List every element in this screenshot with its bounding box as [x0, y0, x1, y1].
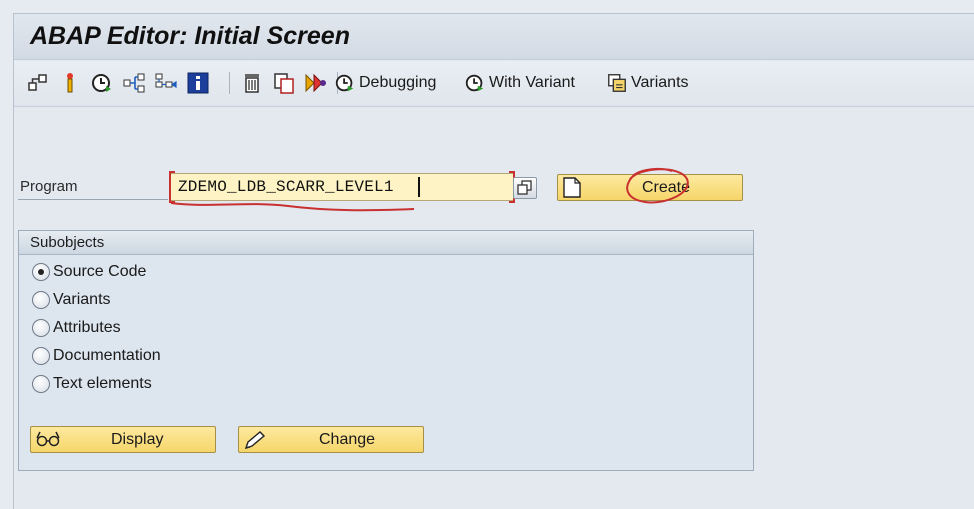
display-glasses-icon: [36, 431, 60, 447]
debugging-button[interactable]: Debugging: [334, 70, 436, 96]
radio-text-elements[interactable]: Text elements: [32, 373, 152, 395]
change-label: Change: [319, 431, 376, 448]
where-used-icon[interactable]: [58, 71, 82, 95]
object-list-icon[interactable]: [154, 71, 178, 95]
radio-label: Documentation: [53, 347, 161, 364]
title-bar: ABAP Editor: Initial Screen: [14, 14, 974, 60]
page-title: ABAP Editor: Initial Screen: [30, 22, 350, 50]
execute-with-variant-icon: [465, 74, 484, 92]
display-label: Display: [111, 431, 164, 448]
radio-attributes[interactable]: Attributes: [32, 317, 121, 339]
program-label-underline: [18, 199, 168, 200]
radio-label: Text elements: [53, 375, 152, 392]
annotation-circle: [626, 167, 689, 204]
subobjects-header: Subobjects: [19, 231, 753, 255]
radio-button[interactable]: [32, 375, 50, 393]
text-caret: [418, 177, 420, 197]
copy-icon[interactable]: [272, 71, 296, 95]
rename-icon[interactable]: [304, 71, 328, 95]
annotation-underline: [170, 202, 415, 212]
radio-label: Variants: [53, 291, 111, 308]
value-help-icon: [517, 180, 532, 195]
debugging-label: Debugging: [359, 74, 437, 91]
radio-button[interactable]: [32, 263, 50, 281]
with-variant-label: With Variant: [489, 74, 575, 91]
radio-source-code[interactable]: Source Code: [32, 261, 146, 283]
program-input[interactable]: ZDEMO_LDB_SCARR_LEVEL1: [170, 173, 514, 201]
subobjects-group: Subobjects Source Code Variants Attribut…: [18, 230, 754, 471]
new-document-icon: [563, 177, 581, 198]
application-toolbar: Debugging With Variant Variants: [14, 61, 974, 107]
change-button[interactable]: Change: [238, 426, 424, 453]
value-help-button[interactable]: [513, 177, 537, 199]
debugging-icon: [335, 74, 354, 92]
radio-button[interactable]: [32, 347, 50, 365]
hierarchy-icon[interactable]: [26, 71, 50, 95]
variants-label: Variants: [631, 74, 689, 91]
radio-button[interactable]: [32, 291, 50, 309]
delete-icon[interactable]: [240, 71, 264, 95]
program-label: Program: [20, 178, 78, 195]
radio-label: Source Code: [53, 263, 147, 280]
radio-variants[interactable]: Variants: [32, 289, 111, 311]
variants-button[interactable]: Variants: [606, 70, 689, 96]
display-button[interactable]: Display: [30, 426, 216, 453]
navigate-icon[interactable]: [122, 71, 146, 95]
toolbar-separator: [229, 72, 230, 94]
radio-button[interactable]: [32, 319, 50, 337]
with-variant-button[interactable]: With Variant: [464, 70, 575, 96]
radio-documentation[interactable]: Documentation: [32, 345, 161, 367]
execute-icon[interactable]: [90, 71, 114, 95]
variants-icon: [608, 74, 626, 92]
radio-label: Attributes: [53, 319, 121, 336]
change-pencil-icon: [244, 431, 266, 450]
info-icon[interactable]: [186, 71, 210, 95]
